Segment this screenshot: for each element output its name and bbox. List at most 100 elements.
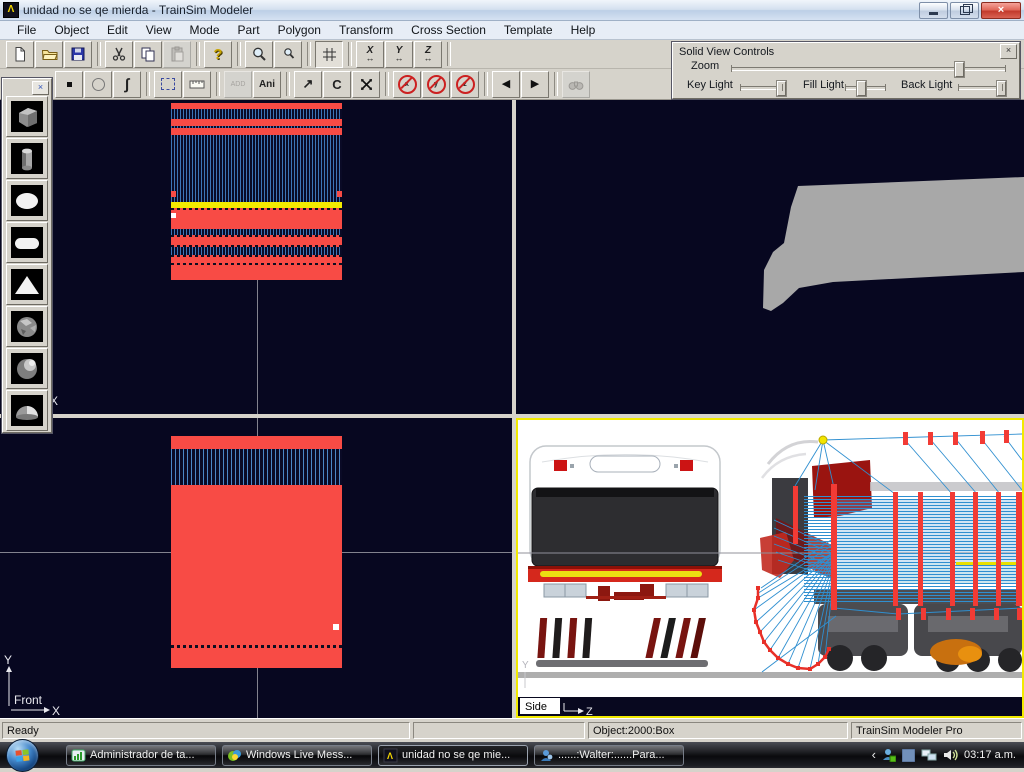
tool-geosphere-primitive[interactable] [6, 306, 48, 347]
tool-cylinder-primitive[interactable] [6, 138, 48, 179]
shape-toolbox: × [2, 78, 52, 433]
move-tool-button[interactable]: ↗ [294, 71, 322, 98]
menu-edit[interactable]: Edit [98, 21, 137, 39]
back-light-thumb[interactable] [997, 81, 1006, 96]
taskbar-button-trainsim-active[interactable]: Λ unidad no se qe mie... [378, 745, 528, 766]
fill-light-slider[interactable] [845, 86, 886, 90]
find-button[interactable] [562, 71, 590, 98]
fill-light-thumb[interactable] [857, 81, 866, 96]
left-right-arrow-icon: ↔ [395, 54, 404, 62]
point-tool-button[interactable] [55, 71, 83, 98]
tool-dome-primitive[interactable] [6, 390, 48, 431]
measure-button[interactable] [183, 71, 211, 98]
rotate-tool-button[interactable]: C [323, 71, 351, 98]
tool-box-primitive[interactable] [6, 96, 48, 137]
circle-tool-button[interactable] [84, 71, 112, 98]
menu-view[interactable]: View [137, 21, 181, 39]
key-light-thumb[interactable] [777, 81, 786, 96]
front-axis-x-label: X [52, 704, 60, 718]
vertex-handle[interactable] [333, 624, 339, 630]
move-arrow-icon: ↗ [303, 76, 314, 92]
tray-app-icon[interactable] [902, 749, 915, 762]
viewport-top[interactable]: X [0, 100, 512, 414]
tray-network-icon[interactable] [921, 748, 937, 762]
lock-x-button[interactable]: x [393, 71, 421, 98]
viewport-side-active[interactable]: Y Side Z [516, 418, 1024, 718]
viewport-perspective[interactable] [516, 100, 1024, 414]
scale-arrows-icon [359, 77, 374, 92]
restore-button[interactable] [950, 2, 979, 19]
selected-vertex-yellow[interactable] [819, 436, 827, 444]
no-x-icon: x [398, 75, 417, 94]
menu-template[interactable]: Template [495, 21, 562, 39]
new-button[interactable] [6, 41, 34, 68]
minimize-button[interactable] [919, 2, 948, 19]
menu-part[interactable]: Part [229, 21, 269, 39]
taskbar-clock[interactable]: 03:17 a.m. [964, 749, 1016, 761]
next-button[interactable]: ▶ [521, 71, 549, 98]
taskbar-button-messenger[interactable]: Windows Live Mess... [222, 745, 372, 766]
tray-volume-icon[interactable] [943, 748, 958, 762]
zoom-in-button[interactable] [245, 41, 273, 68]
menu-object[interactable]: Object [45, 21, 98, 39]
menu-cross-section[interactable]: Cross Section [402, 21, 495, 39]
back-light-slider[interactable] [958, 86, 1003, 90]
zoom-slider[interactable] [731, 67, 1006, 71]
menu-polygon[interactable]: Polygon [269, 21, 330, 39]
taskbar-button-label: Administrador de ta... [90, 749, 195, 761]
side-view-canvas: Y Side Z [518, 420, 1022, 716]
menu-transform[interactable]: Transform [330, 21, 402, 39]
point-icon [67, 82, 72, 87]
scale-tool-button[interactable] [352, 71, 380, 98]
animation-button[interactable]: Ani [253, 71, 281, 98]
taskbar-button-msn-chat[interactable]: ......:Walter:......Para... [534, 745, 684, 766]
tool-pill-primitive[interactable] [6, 222, 48, 263]
vertex-handle[interactable] [171, 213, 176, 218]
viewport-front[interactable]: Y Front X [0, 418, 512, 718]
menu-mode[interactable]: Mode [181, 21, 229, 39]
dome-icon [11, 395, 43, 426]
open-button[interactable] [35, 41, 63, 68]
mirror-z-button[interactable]: Z ↔ [414, 41, 442, 68]
toolbar-separator [97, 42, 101, 66]
toolbar-separator [146, 72, 150, 96]
ground-line [518, 672, 1022, 678]
lock-y-button[interactable]: y [422, 71, 450, 98]
taskbar-button-label: Windows Live Mess... [246, 749, 352, 761]
toolbox-close-button[interactable]: × [32, 81, 49, 95]
spline-tool-button[interactable]: ∫ [113, 71, 141, 98]
copy-button[interactable] [134, 41, 162, 68]
zoom-out-button[interactable] [274, 41, 302, 68]
previous-button[interactable]: ◀ [492, 71, 520, 98]
tray-expand-chevron-icon[interactable]: ‹ [872, 749, 876, 761]
panel-close-button[interactable]: × [1000, 44, 1017, 59]
viewport-area: X Y Front X [0, 100, 1024, 718]
tool-cone-primitive[interactable] [6, 264, 48, 305]
status-object-info: Object:2000:Box [588, 722, 848, 739]
mirror-x-button[interactable]: X ↔ [356, 41, 384, 68]
tool-sphere-primitive[interactable] [6, 348, 48, 389]
mirror-y-button[interactable]: Y ↔ [385, 41, 413, 68]
select-rect-button[interactable] [154, 71, 182, 98]
restore-icon [960, 6, 970, 15]
menu-help[interactable]: Help [562, 21, 605, 39]
binoculars-icon [568, 78, 584, 91]
zoom-slider-thumb[interactable] [955, 62, 964, 77]
tray-messenger-icon[interactable] [882, 748, 896, 762]
cut-button[interactable] [105, 41, 133, 68]
lock-z-button[interactable]: z [451, 71, 479, 98]
start-button[interactable] [6, 739, 39, 772]
save-button[interactable] [64, 41, 92, 68]
taskbar-button-task-manager[interactable]: Administrador de ta... [66, 745, 216, 766]
paste-button[interactable] [163, 41, 191, 68]
help-button[interactable]: ? [204, 41, 232, 68]
close-button[interactable]: × [981, 2, 1021, 19]
app-icon: Λ [3, 2, 19, 18]
tool-disc-primitive[interactable] [6, 180, 48, 221]
key-light-slider[interactable] [740, 86, 783, 90]
add-point-button[interactable]: ADD [224, 71, 252, 98]
disc-icon [11, 185, 43, 216]
menu-file[interactable]: File [8, 21, 45, 39]
grid-toggle-button[interactable] [315, 41, 343, 68]
toolbox-title-bar[interactable]: × [3, 79, 51, 96]
